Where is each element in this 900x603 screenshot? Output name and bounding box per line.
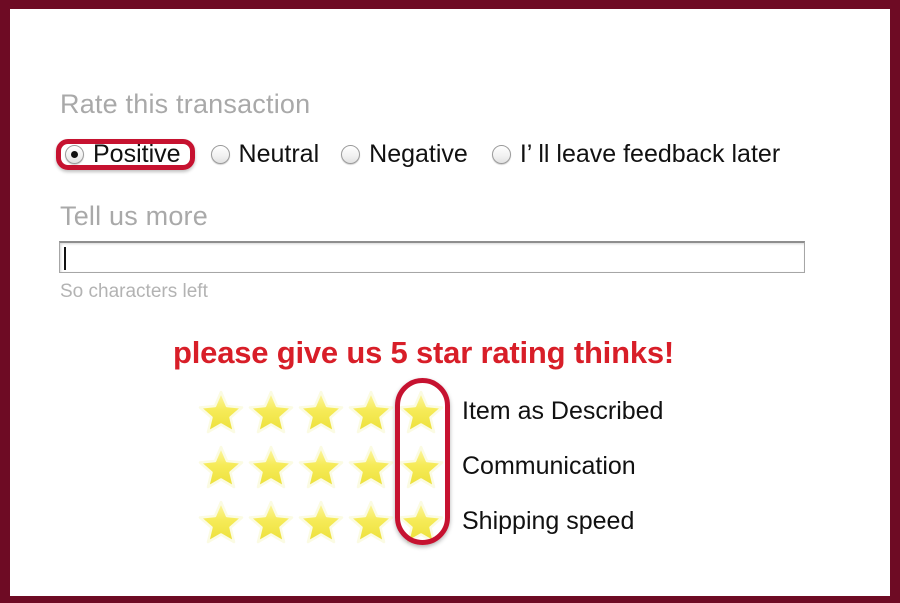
radio-option-positive[interactable]: Positive [56,138,195,170]
star-icon[interactable] [196,442,246,492]
radio-label-feedback-later: I’ ll leave feedback later [519,139,781,168]
character-counter: So characters left [60,281,208,302]
radio-option-feedback-later[interactable]: I’ ll leave feedback later [491,131,781,177]
rating-radio-group: Positive Neutral Negative I’ ll leave fe… [56,131,780,177]
rating-label-shipping-speed: Shipping speed [462,507,635,535]
star-icon[interactable] [396,442,446,492]
star-icon[interactable] [296,497,346,547]
star-icon[interactable] [346,497,396,547]
star-icon[interactable] [246,387,296,437]
rating-label-communication: Communication [462,452,636,480]
star-icon[interactable] [246,497,296,547]
tell-us-more-heading: Tell us more [60,201,208,231]
radio-option-negative[interactable]: Negative [341,131,468,177]
star-icon[interactable] [396,387,446,437]
rating-row: Item as Described [196,384,663,439]
star-ratings-block: Item as Described Communication Shipping… [196,378,663,549]
star-group-shipping-speed[interactable] [196,497,446,547]
rating-row: Shipping speed [196,494,663,549]
star-icon[interactable] [296,442,346,492]
text-caret [64,247,66,270]
radio-negative-icon[interactable] [341,144,361,164]
star-icon[interactable] [196,387,246,437]
radio-label-neutral: Neutral [238,139,320,168]
star-icon[interactable] [346,442,396,492]
star-icon[interactable] [196,497,246,547]
star-icon[interactable] [346,387,396,437]
star-icon[interactable] [246,442,296,492]
radio-label-negative: Negative [369,139,468,168]
rate-transaction-heading: Rate this transaction [60,89,311,119]
star-icon[interactable] [396,497,446,547]
star-group-item-as-described[interactable] [196,387,446,437]
radio-positive-icon[interactable] [65,144,84,164]
radio-neutral-icon[interactable] [210,144,230,164]
feedback-input-wrapper[interactable] [59,241,805,273]
promo-message: please give us 5 star rating thinks! [173,335,675,370]
rating-row: Communication [196,439,663,494]
radio-feedback-later-icon[interactable] [491,144,511,164]
radio-option-neutral[interactable]: Neutral [210,131,320,177]
page-frame: Rate this transaction Positive Neutral N… [0,0,900,603]
radio-label-positive: Positive [93,139,181,168]
feedback-input[interactable] [60,243,804,272]
star-group-communication[interactable] [196,442,446,492]
rating-label-item-as-described: Item as Described [462,397,664,425]
star-icon[interactable] [296,387,346,437]
feedback-form: Rate this transaction Positive Neutral N… [10,9,890,596]
